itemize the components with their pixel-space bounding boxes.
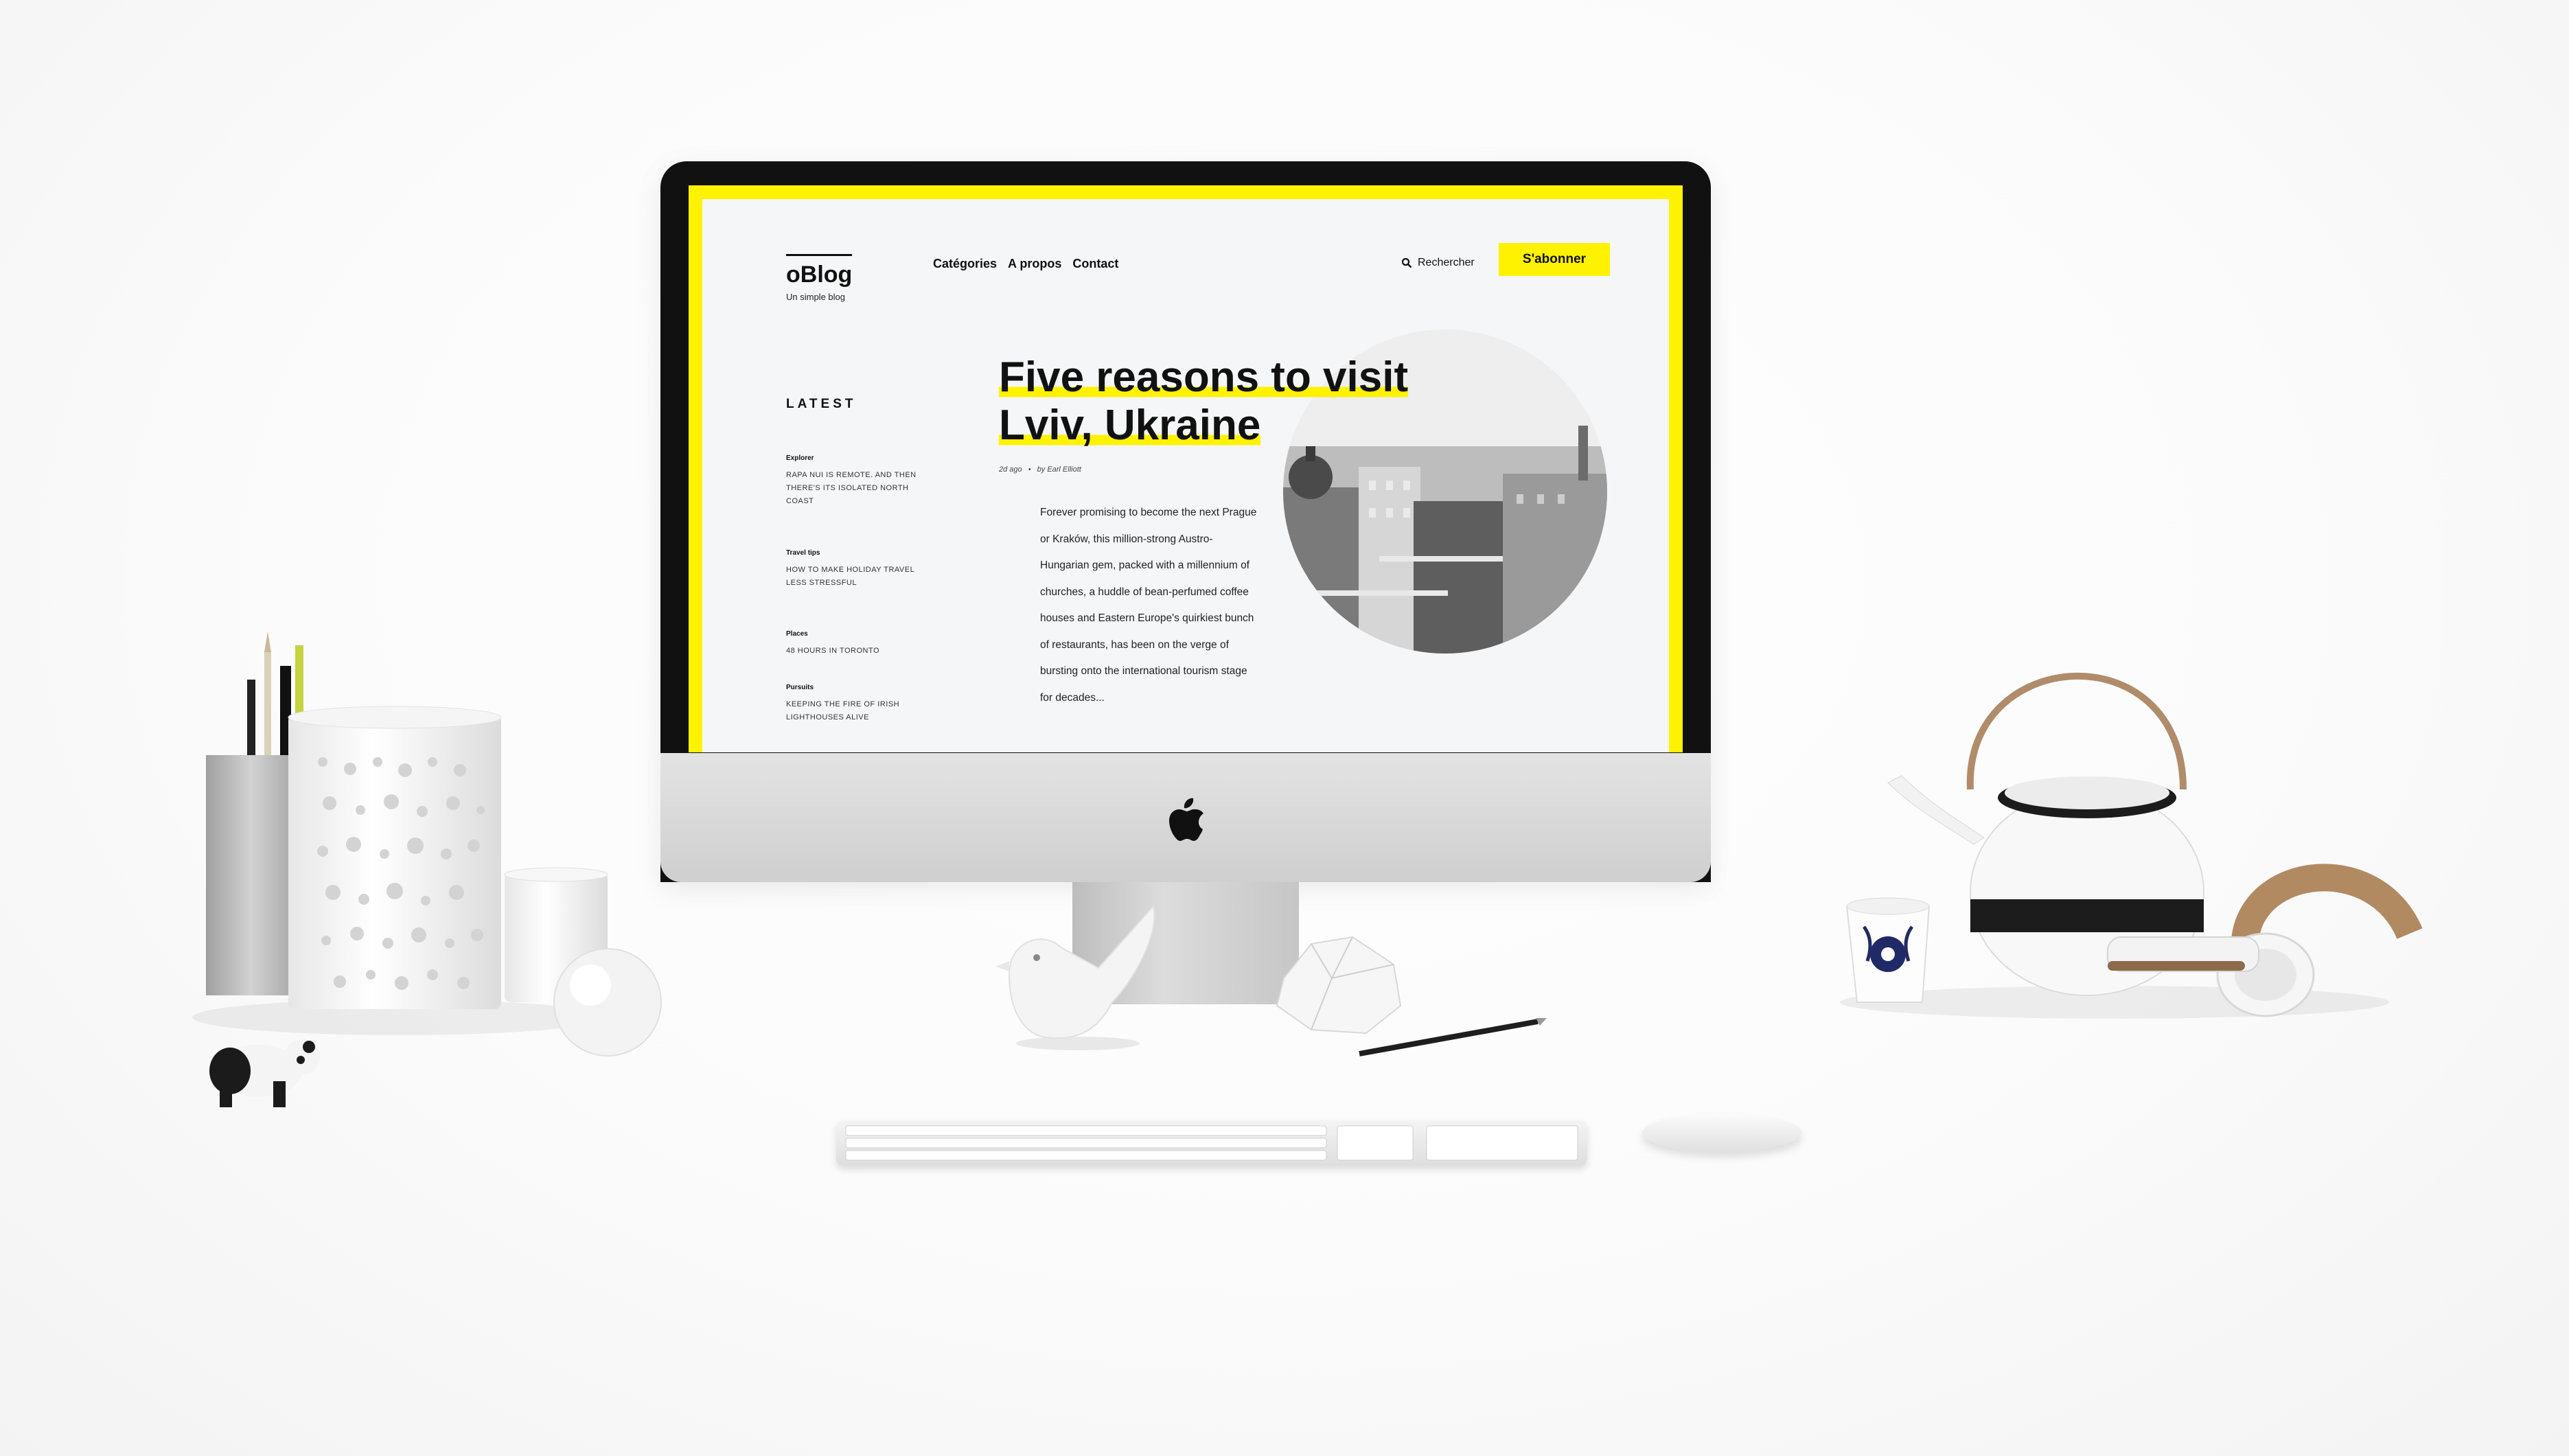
logo-rule [786,254,852,256]
sidebar-item-category: Explorer [786,454,814,462]
nav-categories[interactable]: Catégories [933,257,997,271]
sidebar-heading: LATEST [786,397,857,411]
sidebar-item-category: Places [786,630,808,638]
article-age: 2d ago [999,465,1022,474]
subscribe-button[interactable]: S'abonner [1499,243,1610,276]
blog-page: oBlog Un simple blog Catégories A propos… [702,199,1669,752]
article-title-line-1: Five reasons to visit [999,354,1409,401]
sidebar-item-title: HOW TO MAKE HOLIDAY TRAVEL LESS STRESSFU… [786,566,914,587]
article-author: by Earl Elliott [1037,465,1081,474]
nav-contact[interactable]: Contact [1072,257,1118,271]
main-nav: Catégories A propos Contact [933,257,1118,271]
site-logo[interactable]: oBlog Un simple blog [786,254,852,302]
sidebar-item-title: 48 HOURS IN TORONTO [786,647,880,655]
article-excerpt: Forever promising to become the next Pra… [1040,507,1257,704]
sidebar-item[interactable]: Pursuits KEEPING THE FIRE OF IRISH LIGHT… [786,684,917,724]
mouse [1642,1113,1801,1152]
sidebar-item[interactable]: Travel tips HOW TO MAKE HOLIDAY TRAVEL L… [786,549,917,590]
sidebar-item[interactable]: Places 48 HOURS IN TORONTO [786,630,917,658]
sidebar-item-category: Pursuits [786,684,814,691]
sidebar-item-category: Travel tips [786,549,820,557]
right-decor-illustration [1840,673,2423,1019]
article-title[interactable]: Five reasons to visit Lviv, Ukraine [999,354,1493,450]
bird-figurine [995,904,1155,1050]
search-label: Rechercher [1418,257,1475,268]
left-decor-illustration [192,632,662,1107]
pencil [1359,1018,1547,1056]
keyboard [836,1120,1587,1166]
article-title-line-2: Lviv, Ukraine [999,402,1261,449]
desk-scene: oBlog Un simple blog Catégories A propos… [0,0,2569,1456]
sidebar-item-title: KEEPING THE FIRE OF IRISH LIGHTHOUSES AL… [786,700,900,721]
apple-logo-icon [1169,798,1203,841]
logo-tagline: Un simple blog [786,292,845,302]
sidebar-item-title: RAPA NUI IS REMOTE. AND THEN THERE'S ITS… [786,471,917,505]
search-link[interactable]: Rechercher [1401,257,1475,269]
search-icon [1401,257,1412,268]
meta-separator: • [1028,465,1031,474]
sidebar-item[interactable]: Explorer RAPA NUI IS REMOTE. AND THEN TH… [786,454,917,508]
keyboard-keys [845,1125,1578,1161]
nav-about[interactable]: A propos [1008,257,1061,271]
logo-title: oBlog [786,262,853,288]
screen: oBlog Un simple blog Catégories A propos… [689,185,1683,752]
article-meta: 2d ago • by Earl Elliott [999,465,1085,474]
